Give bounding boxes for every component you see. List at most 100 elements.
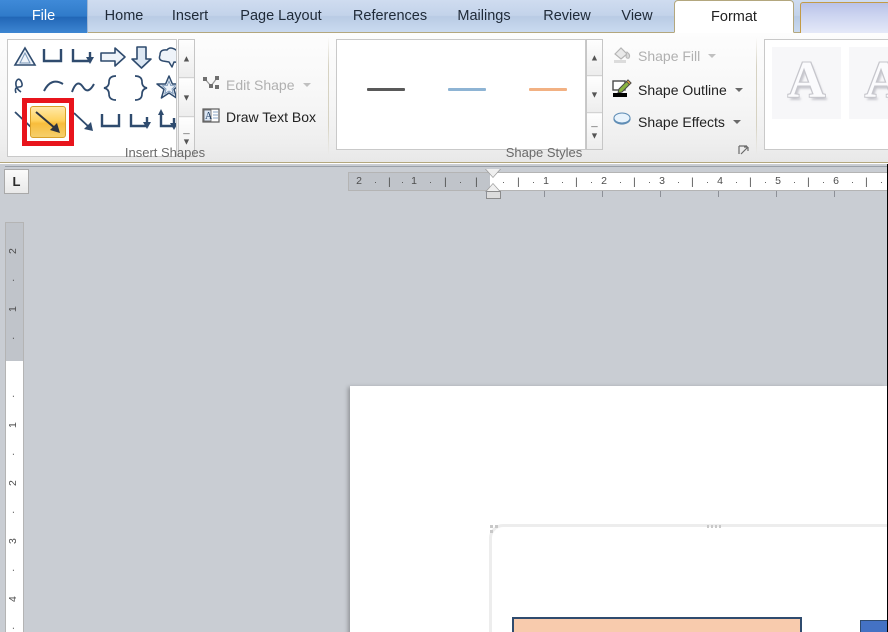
shape-double-arrow-line-icon[interactable] — [70, 108, 98, 138]
shape-right-arrow-icon[interactable] — [99, 44, 127, 74]
ruler-bottom-tick — [544, 191, 545, 197]
draw-text-box-button[interactable]: A Draw Text Box — [202, 107, 316, 127]
text-box-icon: A — [202, 107, 220, 127]
hruler-minor: | — [749, 176, 752, 188]
shape-blue-right[interactable] — [860, 620, 888, 632]
hruler-minor: | — [575, 176, 578, 188]
hruler-minor: · — [764, 177, 767, 187]
edit-shape-button[interactable]: Edit Shape — [202, 75, 311, 94]
hruler-minor: · — [648, 177, 651, 187]
shape-elbow-connector-icon[interactable] — [41, 44, 69, 74]
chevron-down-icon — [732, 119, 741, 124]
first-line-indent-marker-fill — [486, 169, 500, 177]
tab-stop-selector-label: L — [12, 174, 21, 189]
hruler-minor: | — [807, 176, 810, 188]
shape-elbow-double-arrow-icon[interactable] — [155, 108, 176, 138]
tab-format[interactable]: Format — [674, 0, 794, 33]
vruler-minor: · — [7, 452, 19, 456]
hruler-minor: · — [429, 177, 432, 187]
paint-bucket-icon — [612, 45, 632, 66]
shape-outline-button[interactable]: Shape Outline — [612, 78, 743, 101]
shape-down-arrow-icon[interactable] — [129, 44, 157, 74]
shape-style-thumb-3[interactable] — [529, 88, 567, 91]
shape-elbow-connector-2-icon[interactable] — [99, 108, 127, 138]
workspace-top-divider — [5, 166, 888, 167]
hruler-minor: | — [865, 176, 868, 188]
document-page[interactable]: Thức ăn — [350, 386, 888, 632]
canvas-handle[interactable] — [490, 525, 493, 528]
shape-elbow-arrow-2-icon[interactable] — [128, 108, 156, 138]
shape-elbow-arrow-connector-icon[interactable] — [70, 44, 98, 74]
tab-home[interactable]: Home — [89, 0, 159, 33]
tab-mailings[interactable]: Mailings — [439, 0, 529, 33]
draw-text-box-label: Draw Text Box — [226, 109, 316, 125]
canvas-handle[interactable] — [490, 530, 493, 533]
wordart-glyph: A — [787, 52, 826, 109]
shapes-scroll-down-button[interactable]: ▼ — [179, 79, 194, 117]
shape-left-brace-icon[interactable] — [99, 73, 127, 103]
styles-scroll-up-button[interactable]: ▲ — [587, 40, 602, 76]
shape-styles-gallery[interactable] — [336, 39, 586, 150]
tab-home-label: Home — [104, 8, 144, 24]
tab-review[interactable]: Review — [529, 0, 605, 33]
hruler-minor: | — [691, 176, 694, 188]
wordart-item-2[interactable]: A — [849, 47, 888, 119]
ruler-bottom-tick — [602, 191, 603, 197]
hruler-minor: · — [374, 177, 377, 187]
ribbon-tab-bar: File Home Insert Page Layout References … — [0, 0, 888, 34]
ribbon-group-insert-shapes: ▲ ▼ ─ ▼ Edit Shape A Draw Text Box Inser… — [0, 33, 330, 162]
tab-references[interactable]: References — [341, 0, 439, 33]
edit-shape-icon — [202, 75, 220, 94]
shape-cloud-callout-icon[interactable] — [157, 44, 176, 74]
shapes-scroll-up-button[interactable]: ▲ — [179, 40, 194, 78]
selected-shape-button[interactable] — [30, 106, 66, 138]
tab-insert[interactable]: Insert — [159, 0, 221, 33]
hruler-minor: · — [590, 177, 593, 187]
shape-star-icon[interactable] — [155, 74, 176, 104]
tab-stop-selector[interactable]: L — [4, 169, 29, 194]
horizontal-ruler[interactable]: 2 1 1 2 3 4 5 6 | · · · | · | · | · · | … — [348, 172, 888, 191]
styles-scroll-down-button[interactable]: ▼ — [587, 77, 602, 113]
chevron-down-icon — [734, 87, 743, 92]
hruler-tick: 2 — [601, 175, 607, 187]
shape-fill-button[interactable]: Shape Fill — [612, 45, 717, 66]
shapes-gallery-row — [8, 42, 176, 76]
shape-style-thumb-1[interactable] — [367, 88, 405, 91]
hruler-minor: | — [444, 176, 447, 188]
group-label-shape-styles: Shape Styles — [505, 145, 583, 160]
hruler-tick: 1 — [411, 175, 417, 187]
vruler-minor: · — [7, 278, 19, 282]
shape-fill-label: Shape Fill — [638, 47, 701, 64]
ruler-bottom-tick — [776, 191, 777, 197]
shape-right-brace-icon[interactable] — [127, 73, 155, 103]
wordart-gallery[interactable]: A A — [764, 39, 888, 150]
hruler-minor: · — [677, 177, 680, 187]
vruler-tick: 2 — [7, 248, 19, 254]
shape-style-thumb-2[interactable] — [448, 88, 486, 91]
group-separator — [328, 37, 329, 155]
vertical-ruler[interactable]: 2 1 1 2 3 4 · · · · · · · — [5, 222, 24, 632]
styles-more-button[interactable]: ─ ▼ — [587, 114, 602, 149]
canvas-handle-row[interactable] — [707, 525, 723, 528]
vruler-tick: 2 — [7, 480, 19, 486]
tab-page-layout[interactable]: Page Layout — [221, 0, 341, 33]
shape-thuc-an[interactable]: Thức ăn — [512, 617, 802, 632]
shape-flowchart-extract-icon[interactable] — [12, 44, 40, 74]
ruler-bottom-ticks — [348, 191, 888, 199]
ruler-bottom-tick — [486, 191, 487, 197]
tab-file[interactable]: File — [0, 0, 88, 33]
vruler-minor: · — [7, 510, 19, 514]
hruler-minor: · — [561, 177, 564, 187]
canvas-handle[interactable] — [495, 525, 498, 528]
tab-view[interactable]: View — [605, 0, 669, 33]
shapes-gallery-scrollbar[interactable]: ▲ ▼ ─ ▼ — [178, 39, 195, 157]
hruler-tick: 6 — [833, 175, 839, 187]
drawing-canvas[interactable] — [489, 524, 888, 632]
hruler-minor: · — [532, 177, 535, 187]
shape-effects-button[interactable]: Shape Effects — [612, 111, 741, 132]
wordart-item-1[interactable]: A — [772, 47, 841, 119]
shape-effects-label: Shape Effects — [638, 113, 725, 130]
shape-freeform-icon[interactable] — [70, 75, 98, 105]
hruler-minor: | — [388, 176, 391, 188]
shape-styles-scrollbar[interactable]: ▲ ▼ ─ ▼ — [586, 39, 603, 150]
